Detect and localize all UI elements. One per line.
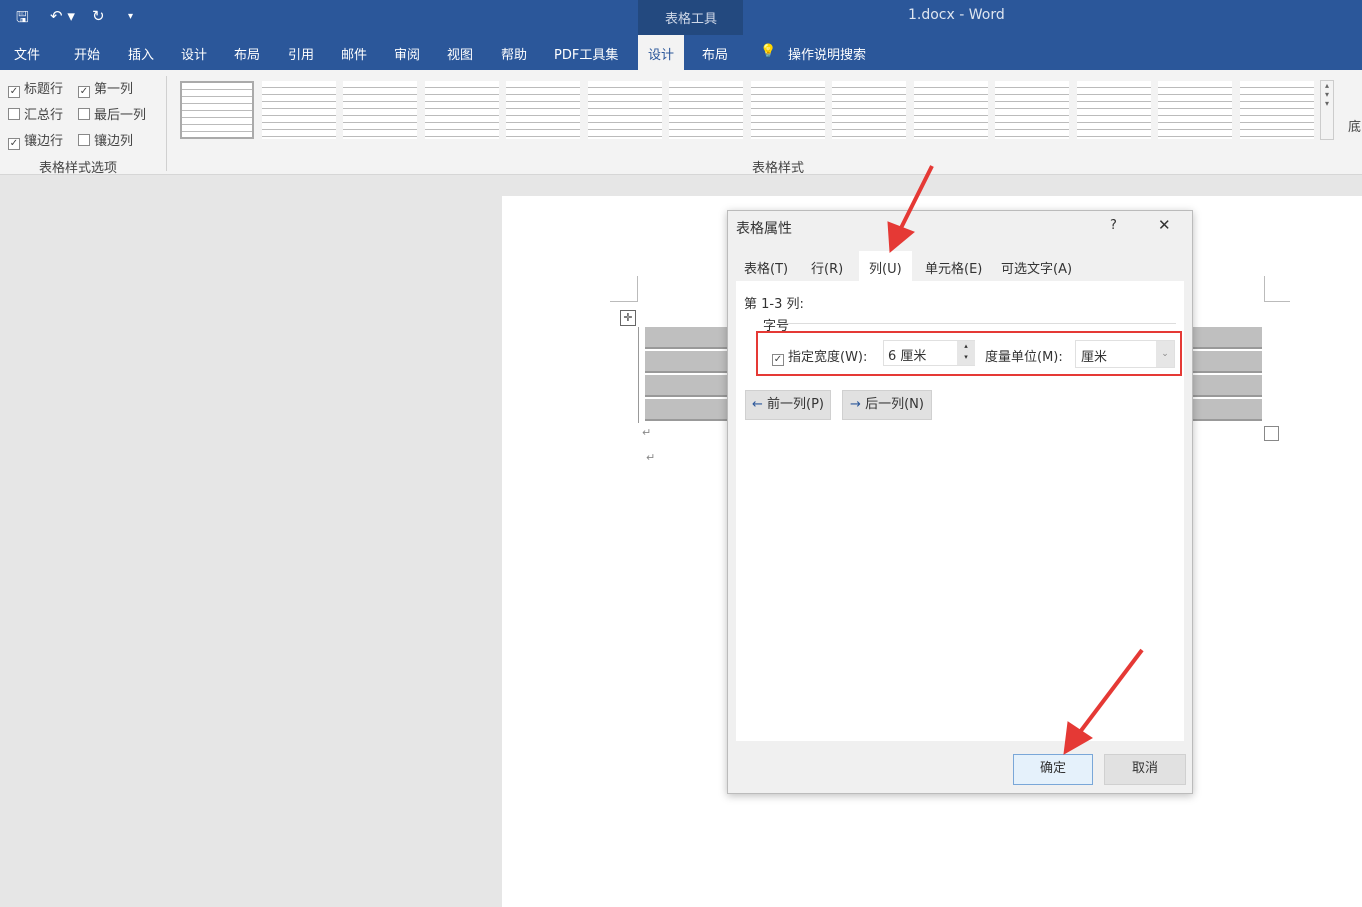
red-arrow <box>1063 648 1144 755</box>
red-arrow <box>887 165 934 254</box>
annotation-arrows <box>887 165 1144 755</box>
